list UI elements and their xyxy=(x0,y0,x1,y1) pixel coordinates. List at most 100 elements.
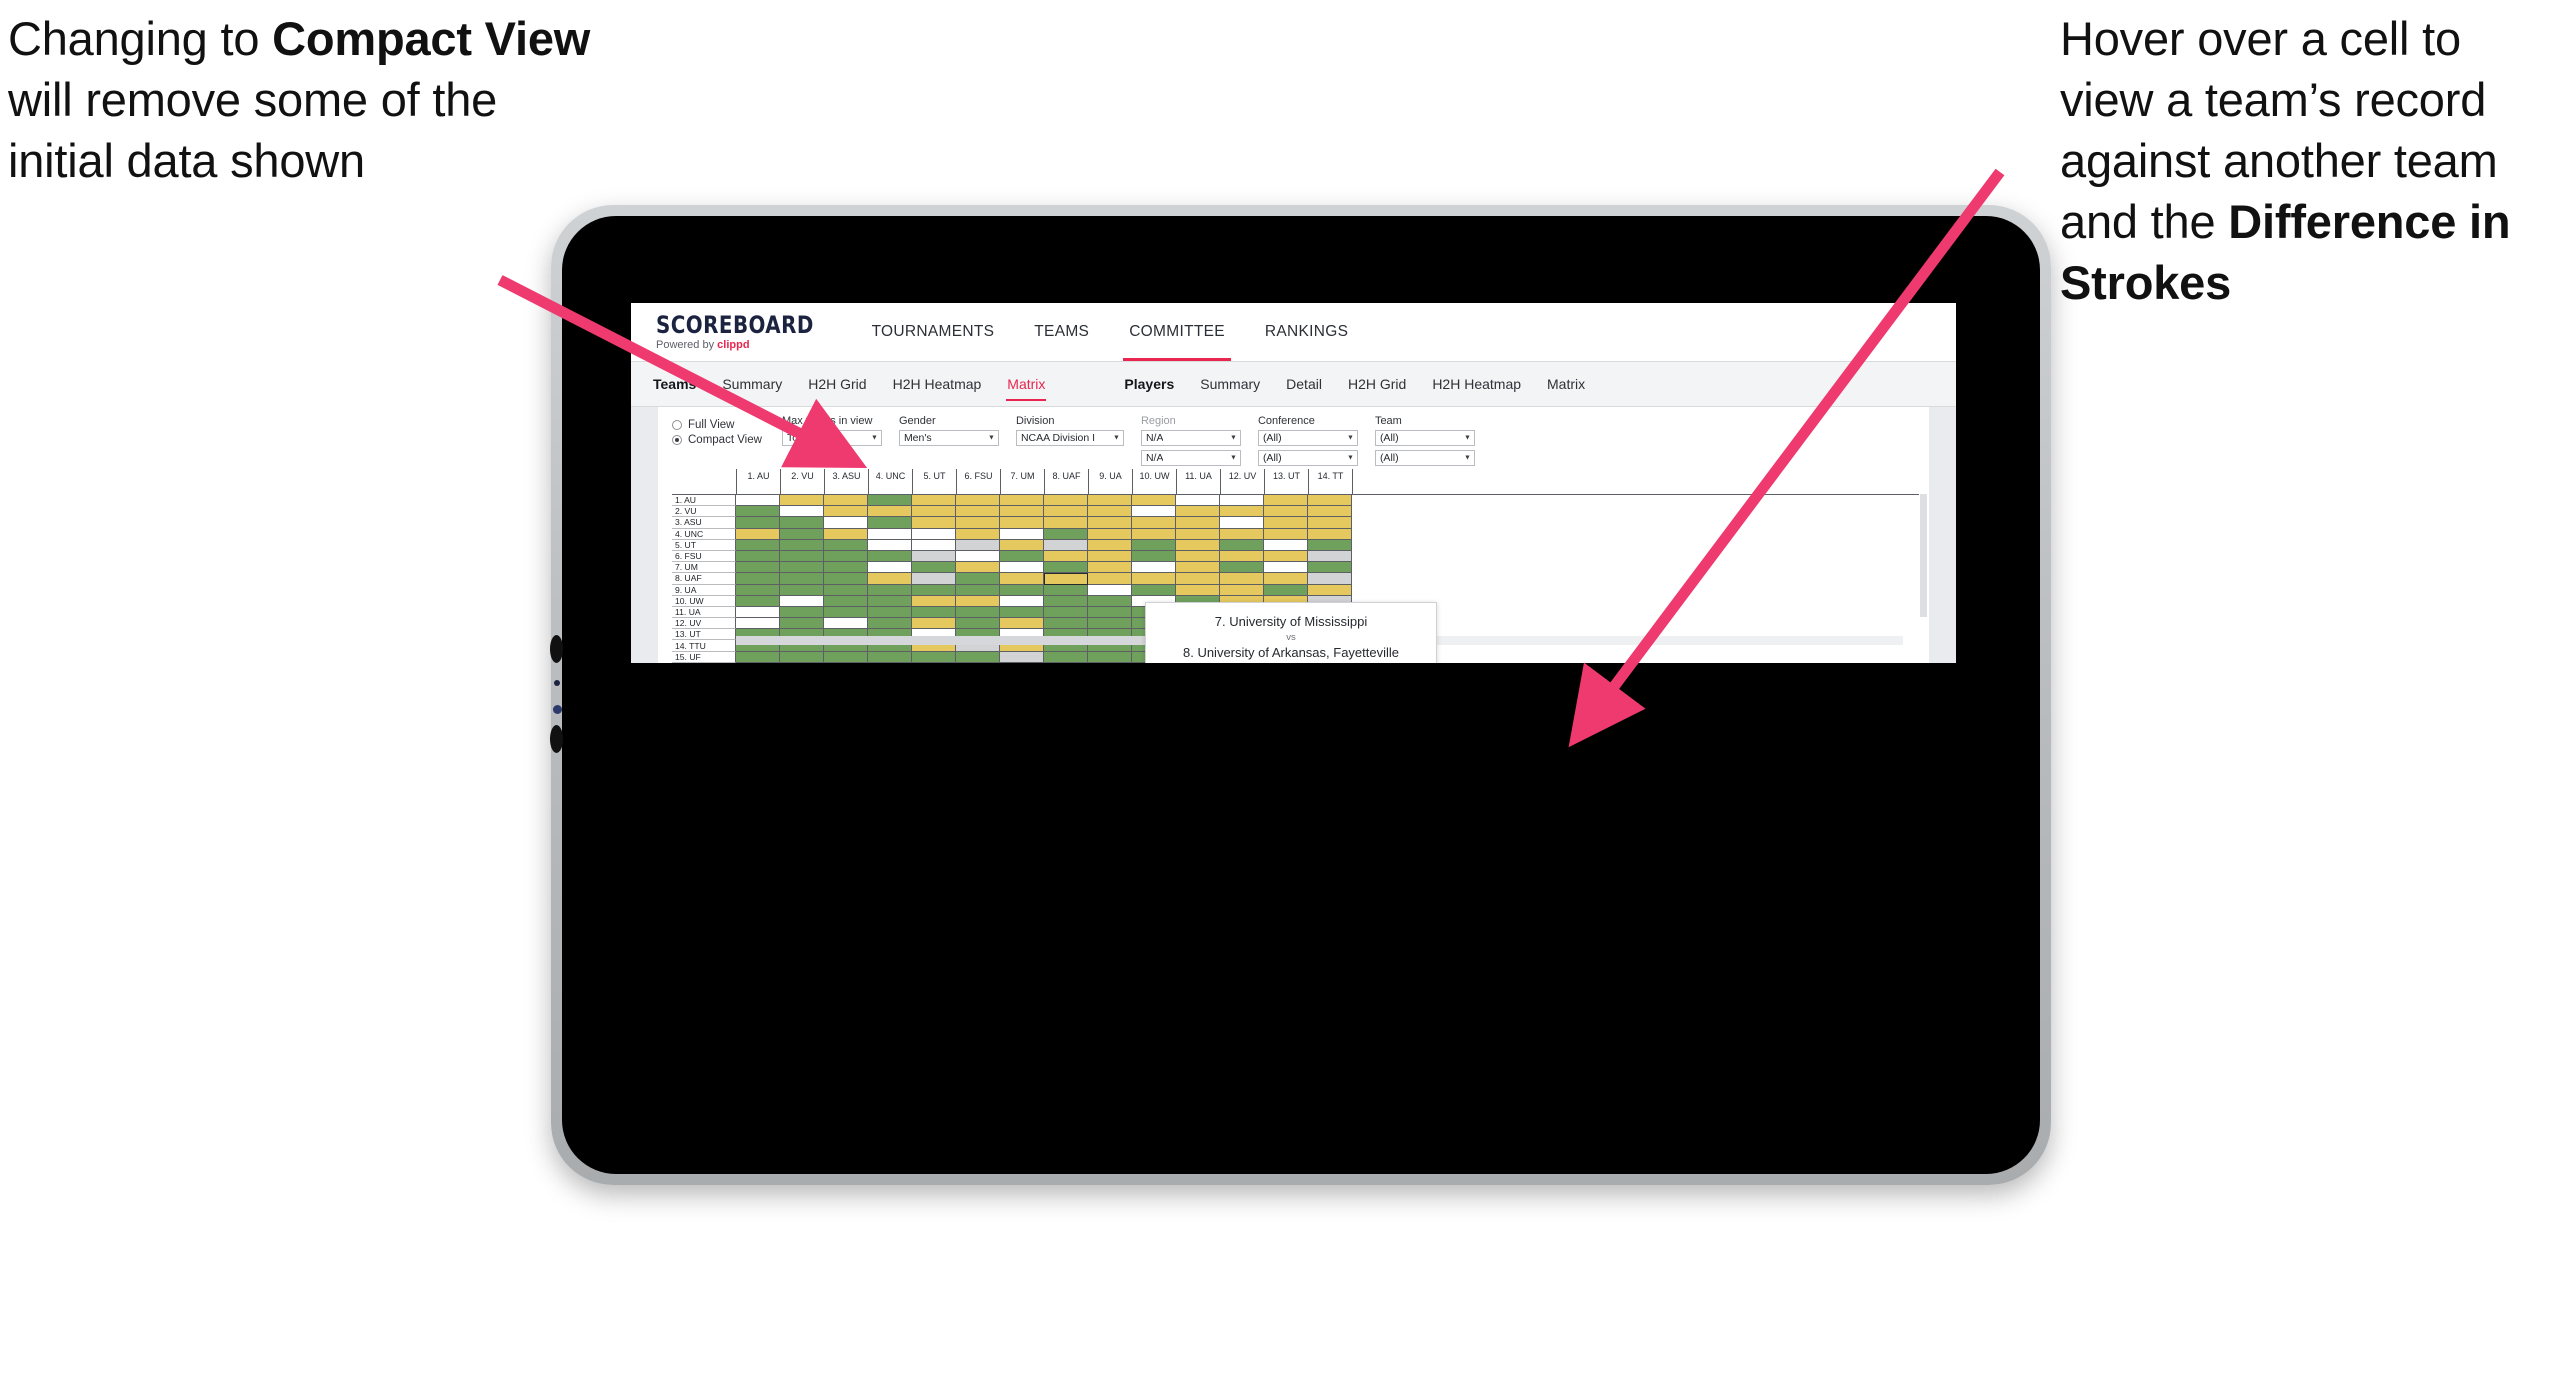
matrix-cell[interactable] xyxy=(824,562,868,574)
matrix-cell[interactable] xyxy=(824,517,868,529)
matrix-cell[interactable] xyxy=(956,618,1000,630)
matrix-cell[interactable] xyxy=(736,618,780,630)
matrix-cell[interactable] xyxy=(1132,506,1176,518)
matrix-cell[interactable] xyxy=(1000,562,1044,574)
matrix-column-header[interactable]: 11. UA xyxy=(1177,469,1221,494)
filter-gender-select[interactable]: Men's ▼ xyxy=(898,430,999,447)
tab-teams-matrix[interactable]: Matrix xyxy=(994,362,1058,406)
matrix-cell[interactable] xyxy=(780,550,824,563)
matrix-cell[interactable] xyxy=(824,550,868,563)
matrix-cell[interactable] xyxy=(1088,495,1132,507)
matrix-cell[interactable] xyxy=(1044,618,1088,630)
matrix-cell[interactable] xyxy=(912,550,956,563)
tab-players-h2h-grid[interactable]: H2H Grid xyxy=(1335,362,1419,406)
matrix-row-label[interactable]: 14. TTU xyxy=(672,640,736,652)
matrix-cell[interactable] xyxy=(1088,618,1132,630)
filter-division-select[interactable]: NCAA Division I ▼ xyxy=(1015,430,1124,447)
tab-players-matrix[interactable]: Matrix xyxy=(1534,362,1598,406)
matrix-cell[interactable] xyxy=(1088,573,1132,585)
matrix-cell[interactable] xyxy=(1132,584,1176,596)
matrix-cell[interactable] xyxy=(1088,528,1132,540)
matrix-cell[interactable] xyxy=(1044,495,1088,507)
matrix-cell[interactable] xyxy=(1000,506,1044,518)
matrix-cell[interactable] xyxy=(824,584,868,596)
matrix-cell[interactable] xyxy=(868,528,912,540)
matrix-cell[interactable] xyxy=(868,495,912,507)
matrix-cell[interactable] xyxy=(780,573,824,585)
matrix-cell[interactable] xyxy=(1000,595,1044,607)
matrix-cell[interactable] xyxy=(1176,517,1220,529)
matrix-row-label[interactable]: 9. UA xyxy=(672,584,736,596)
matrix-cell[interactable] xyxy=(780,606,824,619)
matrix-cell[interactable] xyxy=(868,539,912,551)
tab-players-summary[interactable]: Summary xyxy=(1187,362,1273,406)
matrix-cell[interactable] xyxy=(912,606,956,619)
matrix-cell[interactable] xyxy=(1132,550,1176,563)
matrix-cell[interactable] xyxy=(1264,495,1308,507)
matrix-cell[interactable] xyxy=(868,550,912,563)
matrix-cell[interactable] xyxy=(1220,539,1264,551)
matrix-cell[interactable] xyxy=(824,618,868,630)
matrix-column-header[interactable]: 7. UM xyxy=(1001,469,1045,494)
matrix-cell[interactable] xyxy=(1176,539,1220,551)
matrix-row-label[interactable]: 13. UT xyxy=(672,629,736,641)
matrix-column-header[interactable]: 8. UAF xyxy=(1045,469,1089,494)
matrix-row-label[interactable]: 10. UW xyxy=(672,595,736,607)
matrix-cell[interactable] xyxy=(1088,550,1132,563)
tab-teams-summary[interactable]: Summary xyxy=(709,362,795,406)
matrix-cell[interactable] xyxy=(1088,595,1132,607)
matrix-cell[interactable] xyxy=(1088,506,1132,518)
matrix-cell[interactable] xyxy=(1000,651,1044,663)
matrix-cell[interactable] xyxy=(736,528,780,540)
matrix-cell[interactable] xyxy=(868,573,912,585)
nav-item-rankings[interactable]: RANKINGS xyxy=(1245,303,1368,361)
matrix-row-label[interactable]: 7. UM xyxy=(672,562,736,574)
matrix-cell[interactable] xyxy=(1044,573,1088,585)
filter-region-select-1[interactable]: N/A ▼ xyxy=(1140,430,1241,447)
matrix-column-header[interactable]: 9. UA xyxy=(1089,469,1133,494)
matrix-cell[interactable] xyxy=(1044,517,1088,529)
matrix-cell[interactable] xyxy=(1308,517,1352,529)
matrix-cell[interactable] xyxy=(956,573,1000,585)
matrix-cell[interactable] xyxy=(1044,651,1088,663)
matrix-cell[interactable] xyxy=(956,495,1000,507)
matrix-cell[interactable] xyxy=(824,595,868,607)
matrix-cell[interactable] xyxy=(1044,595,1088,607)
matrix-cell[interactable] xyxy=(824,573,868,585)
matrix-cell[interactable] xyxy=(780,562,824,574)
matrix-cell[interactable] xyxy=(1308,573,1352,585)
matrix-cell[interactable] xyxy=(1000,550,1044,563)
matrix-cell[interactable] xyxy=(780,618,824,630)
matrix-row-label[interactable]: 12. UV xyxy=(672,618,736,630)
matrix-cell[interactable] xyxy=(912,595,956,607)
matrix-column-header[interactable]: 1. AU xyxy=(737,469,781,494)
matrix-cell[interactable] xyxy=(1176,528,1220,540)
matrix-cell[interactable] xyxy=(1308,539,1352,551)
matrix-cell[interactable] xyxy=(912,651,956,663)
matrix-column-header[interactable]: 6. FSU xyxy=(957,469,1001,494)
matrix-cell[interactable] xyxy=(956,517,1000,529)
matrix-cell[interactable] xyxy=(736,495,780,507)
matrix-cell[interactable] xyxy=(1220,506,1264,518)
matrix-cell[interactable] xyxy=(868,584,912,596)
filter-team-select-1[interactable]: (All) ▼ xyxy=(1374,430,1475,447)
matrix-row-label[interactable]: 1. AU xyxy=(672,495,736,507)
matrix-column-header[interactable]: 10. UW xyxy=(1133,469,1177,494)
matrix-cell[interactable] xyxy=(736,651,780,663)
nav-item-tournaments[interactable]: TOURNAMENTS xyxy=(852,303,1015,361)
matrix-cell[interactable] xyxy=(1088,606,1132,619)
matrix-column-header[interactable]: 12. UV xyxy=(1221,469,1265,494)
matrix-cell[interactable] xyxy=(736,584,780,596)
matrix-cell[interactable] xyxy=(1000,528,1044,540)
matrix-cell[interactable] xyxy=(736,573,780,585)
matrix-cell[interactable] xyxy=(912,562,956,574)
matrix-cell[interactable] xyxy=(1044,550,1088,563)
matrix-cell[interactable] xyxy=(868,618,912,630)
matrix-cell[interactable] xyxy=(912,584,956,596)
matrix-cell[interactable] xyxy=(824,528,868,540)
matrix-cell[interactable] xyxy=(1264,517,1308,529)
matrix-cell[interactable] xyxy=(824,539,868,551)
matrix-cell[interactable] xyxy=(1308,584,1352,596)
nav-item-teams[interactable]: TEAMS xyxy=(1014,303,1109,361)
matrix-cell[interactable] xyxy=(956,562,1000,574)
